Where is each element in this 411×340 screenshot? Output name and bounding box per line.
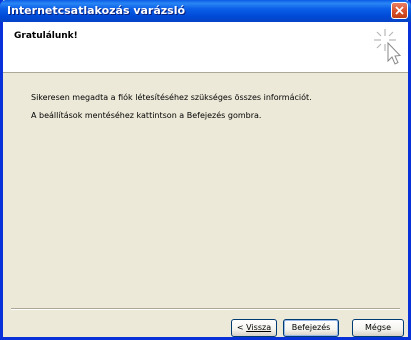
wizard-header: Gratulálunk! <box>3 22 408 73</box>
close-icon <box>395 6 404 15</box>
window-title: Internetcsatlakozás varázsló <box>7 4 186 17</box>
info-text-line-2: A beállítások mentéséhez kattintson a Be… <box>31 111 262 120</box>
page-title: Gratulálunk! <box>14 31 78 41</box>
button-separator <box>11 308 400 310</box>
finish-button[interactable]: Befejezés <box>283 319 339 337</box>
info-text-line-1: Sikeresen megadta a fiók létesítéséhez s… <box>31 93 312 102</box>
wizard-sparkle-cursor-icon <box>374 29 402 65</box>
title-bar[interactable]: Internetcsatlakozás varázsló <box>0 0 411 22</box>
back-button[interactable]: < Vissza <box>231 319 277 337</box>
back-button-prefix: < <box>236 323 247 332</box>
cancel-button[interactable]: Mégse <box>352 319 404 337</box>
close-button[interactable] <box>391 2 408 19</box>
back-button-label: Vissza <box>246 323 272 332</box>
wizard-window: Internetcsatlakozás varázsló Gratulálunk… <box>0 0 411 340</box>
